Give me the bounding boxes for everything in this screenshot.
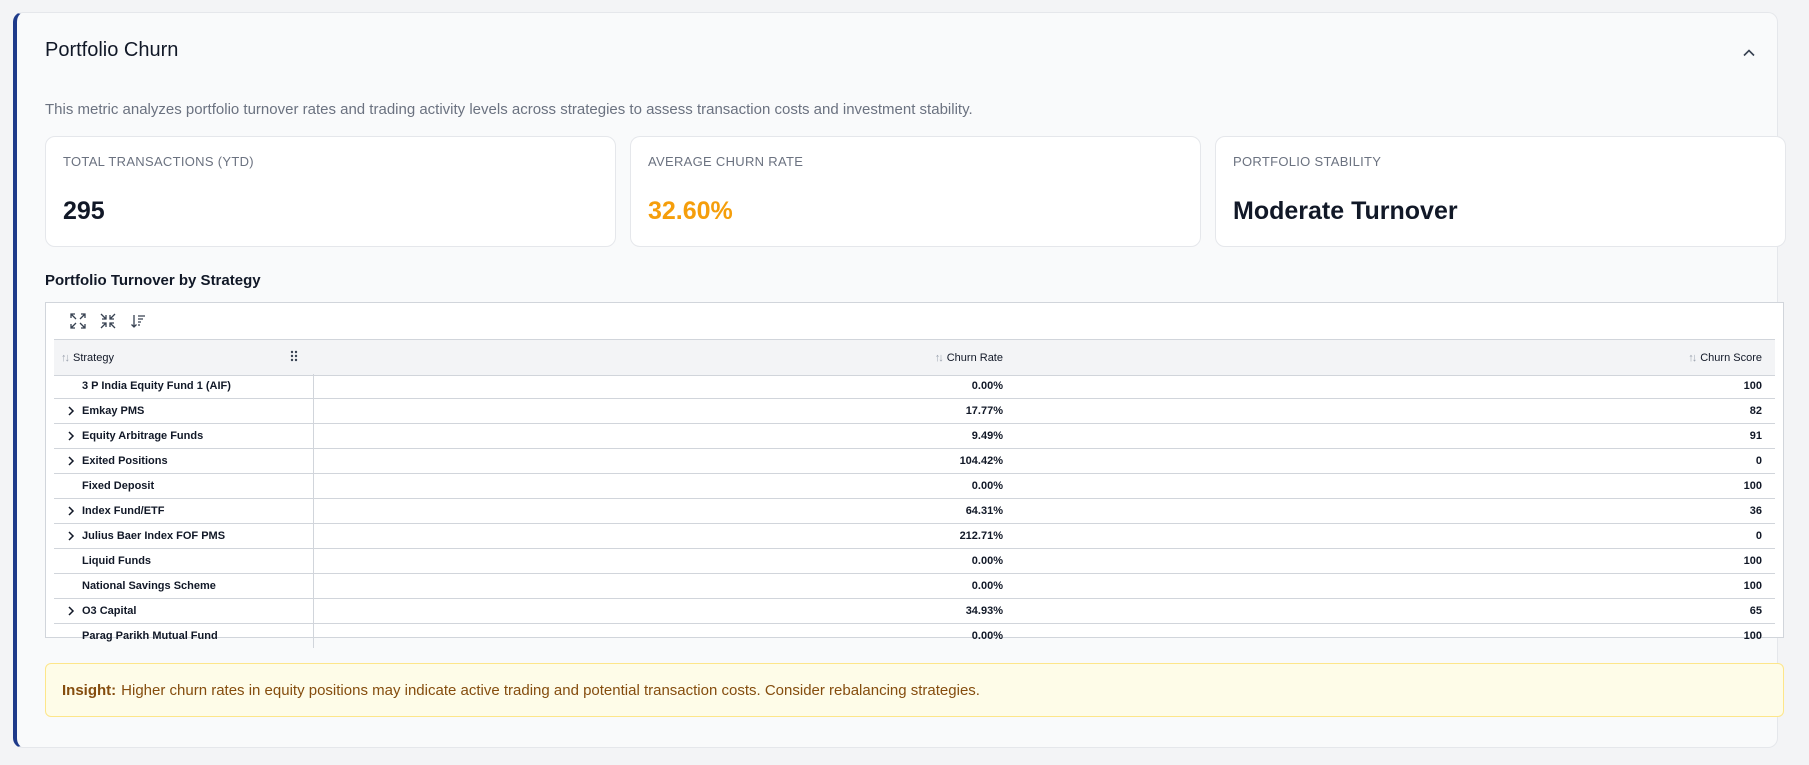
column-header-churn-score[interactable]: ↑↓ Churn Score <box>1688 340 1762 375</box>
stat-label: AVERAGE CHURN RATE <box>648 154 804 169</box>
chevron-right-icon[interactable] <box>64 429 78 443</box>
strategy-cell: Index Fund/ETF <box>82 505 165 517</box>
insight-banner: Insight: Higher churn rates in equity po… <box>45 663 1784 717</box>
churn-rate-cell: 9.49% <box>971 430 1003 442</box>
sort-icon <box>131 315 145 328</box>
churn-score-cell: 65 <box>1749 605 1762 617</box>
table-row[interactable]: Exited Positions 104.42% 0 <box>54 449 1775 474</box>
strategy-cell: 3 P India Equity Fund 1 (AIF) <box>82 380 231 392</box>
stat-card-portfolio-stability: PORTFOLIO STABILITY Moderate Turnover <box>1215 136 1786 247</box>
sort-arrows-icon[interactable]: ↑↓ <box>935 352 944 364</box>
expand-all-button[interactable] <box>68 311 88 331</box>
table-row[interactable]: Index Fund/ETF 64.31% 36 <box>54 499 1775 524</box>
column-header-churn-rate[interactable]: ↑↓ Churn Rate <box>935 340 1003 375</box>
churn-rate-cell: 0.00% <box>971 580 1003 592</box>
expand-all-icon <box>70 313 86 329</box>
collapse-all-button[interactable] <box>98 311 118 331</box>
churn-score-cell: 0 <box>1755 530 1762 542</box>
churn-score-cell: 100 <box>1743 630 1762 642</box>
strategy-cell: Equity Arbitrage Funds <box>82 430 204 442</box>
drag-handle-icon[interactable] <box>290 350 298 365</box>
column-header-label: Churn Score <box>1700 351 1762 364</box>
insight-text: Higher churn rates in equity positions m… <box>121 681 980 699</box>
collapse-all-icon <box>100 313 116 329</box>
sort-arrows-icon[interactable]: ↑↓ <box>61 352 70 364</box>
grid-toolbar <box>68 311 148 331</box>
stat-value: 32.60% <box>648 197 733 225</box>
churn-rate-cell: 17.77% <box>965 405 1003 417</box>
column-header-label: Strategy <box>73 351 114 364</box>
chevron-right-icon[interactable] <box>64 604 78 618</box>
churn-score-cell: 91 <box>1749 430 1762 442</box>
strategy-cell: Fixed Deposit <box>82 480 155 492</box>
grid-header: ↑↓ Strategy ↑↓ Churn Rate ↑↓ Churn Score <box>54 339 1775 376</box>
strategy-cell: Liquid Funds <box>82 555 152 567</box>
stat-card-average-churn-rate: AVERAGE CHURN RATE 32.60% <box>630 136 1201 247</box>
stat-label: TOTAL TRANSACTIONS (YTD) <box>63 154 254 169</box>
strategy-cell: O3 Capital <box>82 605 137 617</box>
churn-score-cell: 36 <box>1749 505 1762 517</box>
table-row[interactable]: Equity Arbitrage Funds 9.49% 91 <box>54 424 1775 449</box>
table-row[interactable]: Liquid Funds 0.00% 100 <box>54 549 1775 574</box>
section-title: Portfolio Turnover by Strategy <box>45 272 261 289</box>
churn-score-cell: 100 <box>1743 555 1762 567</box>
churn-rate-cell: 0.00% <box>971 555 1003 567</box>
churn-score-cell: 100 <box>1743 580 1762 592</box>
churn-score-cell: 82 <box>1749 405 1762 417</box>
chevron-right-icon[interactable] <box>64 404 78 418</box>
strategy-cell: Emkay PMS <box>82 405 145 417</box>
churn-rate-cell: 0.00% <box>971 480 1003 492</box>
table-row[interactable]: 3 P India Equity Fund 1 (AIF) 0.00% 100 <box>54 374 1775 399</box>
column-header-label: Churn Rate <box>946 351 1003 364</box>
grid-rows: 3 P India Equity Fund 1 (AIF) 0.00% 100 … <box>54 374 1775 648</box>
stat-card-total-transactions: TOTAL TRANSACTIONS (YTD) 295 <box>45 136 616 247</box>
table-row[interactable]: Emkay PMS 17.77% 82 <box>54 399 1775 424</box>
strategy-cell: National Savings Scheme <box>82 580 216 592</box>
sort-arrows-icon[interactable]: ↑↓ <box>1688 352 1697 364</box>
table-row[interactable]: Julius Baer Index FOF PMS 212.71% 0 <box>54 524 1775 549</box>
table-row[interactable]: Parag Parikh Mutual Fund 0.00% 100 <box>54 624 1775 648</box>
table-row[interactable]: O3 Capital 34.93% 65 <box>54 599 1775 624</box>
stat-label: PORTFOLIO STABILITY <box>1233 154 1382 169</box>
column-header-strategy[interactable]: ↑↓ Strategy <box>61 340 114 375</box>
sort-button[interactable] <box>128 311 148 331</box>
chevron-right-icon[interactable] <box>64 454 78 468</box>
table-row[interactable]: Fixed Deposit 0.00% 100 <box>54 474 1775 499</box>
table-row[interactable]: National Savings Scheme 0.00% 100 <box>54 574 1775 599</box>
churn-rate-cell: 212.71% <box>959 530 1003 542</box>
portfolio-churn-card: Portfolio Churn This metric analyzes por… <box>13 12 1786 748</box>
churn-score-cell: 0 <box>1755 455 1762 467</box>
churn-rate-cell: 64.31% <box>965 505 1003 517</box>
strategy-cell: Julius Baer Index FOF PMS <box>82 530 226 542</box>
chevron-right-icon[interactable] <box>64 504 78 518</box>
churn-score-cell: 100 <box>1743 380 1762 392</box>
chevron-right-icon[interactable] <box>64 529 78 543</box>
turnover-grid: ↑↓ Strategy ↑↓ Churn Rate ↑↓ Churn Score <box>45 302 1784 648</box>
card-title: Portfolio Churn <box>45 39 179 61</box>
insight-label: Insight: <box>62 681 117 699</box>
chevron-up-icon <box>1743 49 1755 57</box>
churn-rate-cell: 104.42% <box>959 455 1003 467</box>
churn-rate-cell: 0.00% <box>971 630 1003 642</box>
strategy-cell: Exited Positions <box>82 455 168 467</box>
strategy-cell: Parag Parikh Mutual Fund <box>82 630 218 642</box>
churn-rate-cell: 34.93% <box>965 605 1003 617</box>
stat-value: Moderate Turnover <box>1233 197 1458 225</box>
card-description: This metric analyzes portfolio turnover … <box>45 101 973 118</box>
churn-score-cell: 100 <box>1743 480 1762 492</box>
churn-rate-cell: 0.00% <box>971 380 1003 392</box>
collapse-button[interactable] <box>1737 41 1761 65</box>
stat-value: 295 <box>63 197 105 225</box>
